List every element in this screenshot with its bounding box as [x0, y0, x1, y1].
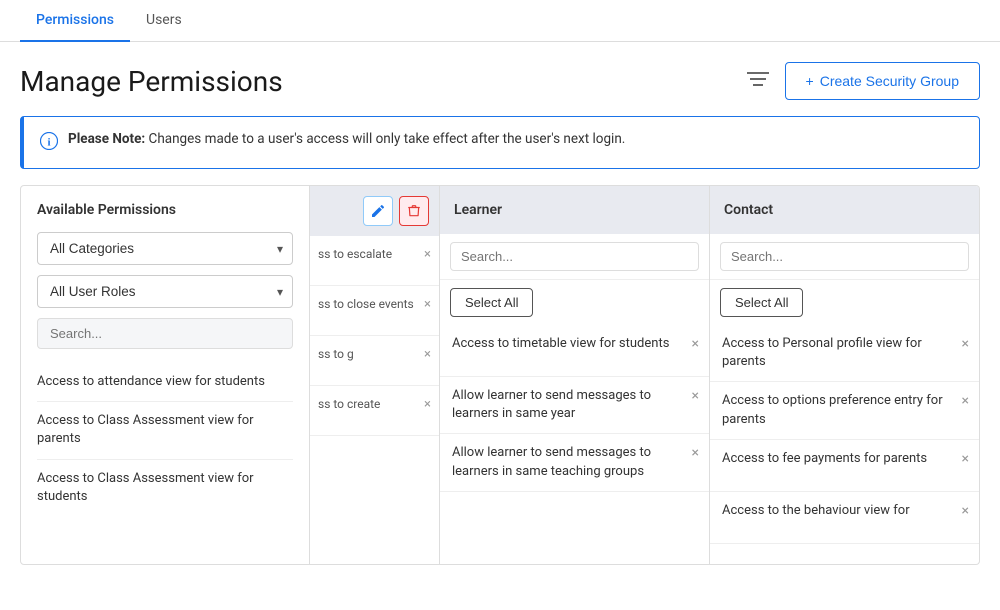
tab-bar: Permissions Users — [0, 0, 1000, 42]
create-security-group-label: Create Security Group — [820, 73, 959, 89]
remove-icon[interactable]: × — [962, 450, 969, 470]
remove-icon[interactable]: × — [962, 392, 969, 412]
contact-search-input[interactable] — [720, 242, 969, 271]
list-item[interactable]: Access to attendance view for students — [37, 363, 293, 402]
perm-item: Access to Personal profile view for pare… — [710, 325, 979, 382]
perm-item-text: Access to fee payments for parents — [722, 450, 958, 468]
mid-item-text: ss to escalate — [318, 246, 392, 262]
svg-text:i: i — [47, 137, 50, 149]
perm-item: Allow learner to send messages to learne… — [440, 434, 709, 491]
remove-icon[interactable]: × — [692, 444, 699, 464]
remove-icon[interactable]: × — [692, 335, 699, 355]
remove-icon[interactable]: × — [424, 396, 431, 414]
categories-dropdown-wrapper: All Categories ▾ — [37, 232, 293, 265]
mid-item-text: ss to create — [318, 396, 380, 412]
mid-column-header — [310, 186, 439, 236]
user-roles-dropdown[interactable]: All User Roles — [37, 275, 293, 308]
page-title: Manage Permissions — [20, 65, 283, 98]
info-icon: i — [40, 132, 58, 154]
main-content: Available Permissions All Categories ▾ A… — [0, 185, 1000, 565]
perm-item: Access to options preference entry for p… — [710, 382, 979, 439]
notice-banner: i Please Note: Changes made to a user's … — [20, 116, 980, 169]
available-permissions-sidebar: Available Permissions All Categories ▾ A… — [20, 185, 310, 565]
perm-item-text: Allow learner to send messages to learne… — [452, 444, 688, 480]
learner-search-input[interactable] — [450, 242, 699, 271]
user-roles-dropdown-wrapper: All User Roles ▾ — [37, 275, 293, 308]
learner-column-title: Learner — [454, 202, 502, 218]
learner-column-header: Learner — [440, 186, 709, 234]
delete-icon-button[interactable] — [399, 196, 429, 226]
perm-item: Access to timetable view for students × — [440, 325, 709, 377]
remove-icon[interactable]: × — [962, 502, 969, 522]
mid-column: ss to escalate × ss to close events × ss… — [310, 185, 440, 565]
tab-permissions[interactable]: Permissions — [20, 0, 130, 42]
remove-icon[interactable]: × — [962, 335, 969, 355]
tab-users[interactable]: Users — [130, 0, 198, 42]
list-item[interactable]: Access to Class Assessment view for stud… — [37, 460, 293, 516]
categories-dropdown[interactable]: All Categories — [37, 232, 293, 265]
mid-item: ss to escalate × — [310, 236, 439, 286]
remove-icon[interactable]: × — [424, 296, 431, 314]
filter-icon[interactable] — [747, 71, 769, 92]
remove-icon[interactable]: × — [424, 346, 431, 364]
mid-item: ss to close events × — [310, 286, 439, 336]
perm-item: Access to fee payments for parents × — [710, 440, 979, 492]
mid-item-text: ss to g — [318, 346, 354, 362]
mid-item: ss to g × — [310, 336, 439, 386]
list-item[interactable]: Access to Class Assessment view for pare… — [37, 402, 293, 459]
remove-icon[interactable]: × — [424, 246, 431, 264]
contact-column-title: Contact — [724, 202, 773, 218]
remove-icon[interactable]: × — [692, 387, 699, 407]
mid-item: ss to create × — [310, 386, 439, 436]
perm-item-text: Access to options preference entry for p… — [722, 392, 958, 428]
perm-item-text: Allow learner to send messages to learne… — [452, 387, 688, 423]
perm-item: Allow learner to send messages to learne… — [440, 377, 709, 434]
create-security-group-button[interactable]: + Create Security Group — [785, 62, 980, 100]
plus-icon: + — [806, 73, 814, 89]
notice-text: Please Note: Changes made to a user's ac… — [68, 131, 625, 147]
perm-item-text: Access to timetable view for students — [452, 335, 688, 353]
perm-item-text: Access to Personal profile view for pare… — [722, 335, 958, 371]
notice-bold: Please Note: — [68, 131, 145, 147]
learner-column: Learner Select All Access to timetable v… — [440, 185, 710, 565]
contact-column-header: Contact — [710, 186, 979, 234]
perm-item: Access to the behaviour view for × — [710, 492, 979, 544]
contact-select-all-button[interactable]: Select All — [720, 288, 803, 317]
learner-select-all-button[interactable]: Select All — [450, 288, 533, 317]
learner-search-wrapper — [440, 234, 709, 280]
header-actions: + Create Security Group — [747, 62, 980, 100]
page-header: Manage Permissions + Create Security Gro… — [0, 42, 1000, 116]
edit-icon-button[interactable] — [363, 196, 393, 226]
sidebar-title: Available Permissions — [37, 202, 293, 218]
perm-item-text: Access to the behaviour view for — [722, 502, 958, 520]
mid-item-text: ss to close events — [318, 296, 414, 312]
contact-search-wrapper — [710, 234, 979, 280]
contact-column: Contact Select All Access to Personal pr… — [710, 185, 980, 565]
sidebar-search-input[interactable] — [37, 318, 293, 349]
